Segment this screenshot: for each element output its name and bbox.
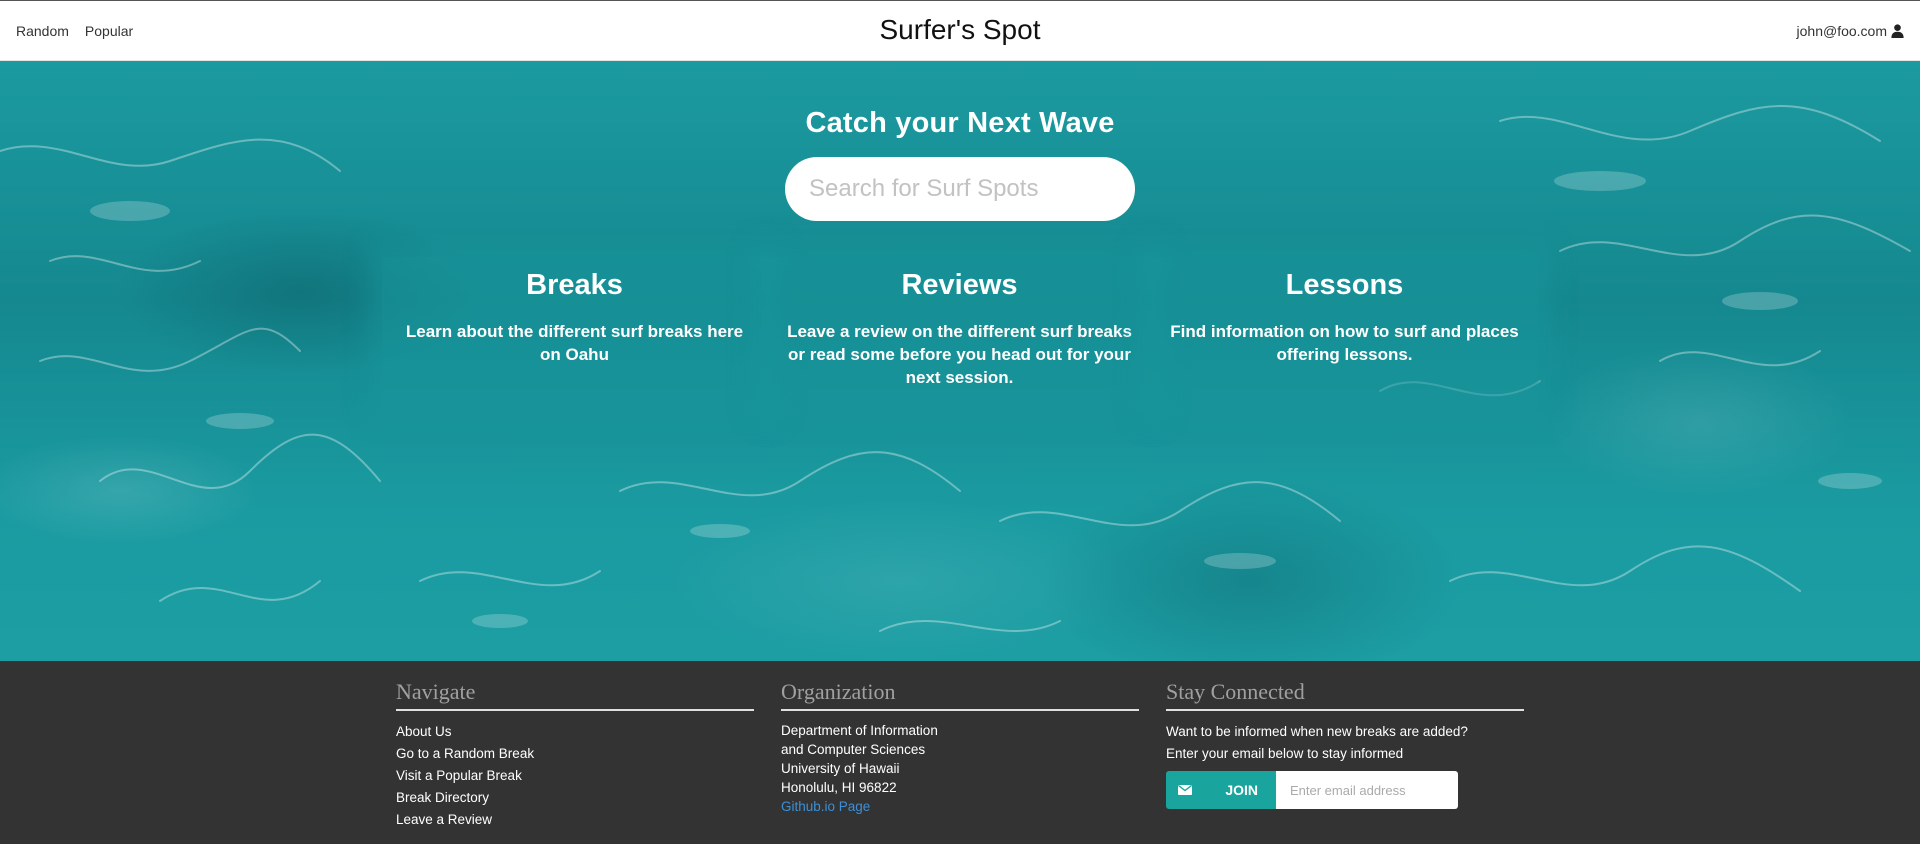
org-line: Honolulu, HI 96822 (781, 780, 897, 795)
feature-card-reviews: Reviews Leave a review on the different … (767, 257, 1152, 407)
github-link[interactable]: Github.io Page (781, 799, 870, 814)
envelope-icon (1178, 784, 1192, 795)
hero-title: Catch your Next Wave (805, 107, 1115, 139)
footer-link-review[interactable]: Leave a Review (396, 809, 754, 831)
footer-nav-links: About Us Go to a Random Break Visit a Po… (396, 721, 754, 831)
feature-text: Find information on how to surf and plac… (1170, 322, 1519, 364)
nav-link-popular[interactable]: Popular (85, 23, 133, 39)
user-menu[interactable]: john@foo.com (1797, 23, 1904, 39)
feature-card-lessons: Lessons Find information on how to surf … (1152, 257, 1537, 407)
footer-stay-connected: Stay Connected Want to be informed when … (1166, 679, 1524, 809)
footer-link-about[interactable]: About Us (396, 721, 754, 743)
top-navbar: Random Popular Surfer's Spot john@foo.co… (0, 0, 1920, 61)
footer-heading: Navigate (396, 679, 754, 711)
footer-navigate: Navigate About Us Go to a Random Break V… (396, 679, 754, 831)
search-bar (785, 157, 1135, 221)
stay-line: Enter your email below to stay informed (1166, 746, 1404, 761)
nav-links: Random Popular (16, 23, 133, 39)
feature-text: Learn about the different surf breaks he… (405, 322, 744, 364)
feature-text: Leave a review on the different surf bre… (787, 322, 1132, 387)
join-button[interactable]: JOIN (1166, 771, 1276, 809)
footer-link-random-break[interactable]: Go to a Random Break (396, 743, 754, 765)
brand-title[interactable]: Surfer's Spot (880, 14, 1041, 45)
feature-title: Lessons (1285, 269, 1404, 301)
user-email: john@foo.com (1796, 23, 1887, 39)
join-label: JOIN (1225, 782, 1258, 798)
feature-card-breaks: Breaks Learn about the different surf br… (382, 257, 767, 407)
user-icon (1891, 24, 1904, 38)
nav-link-random[interactable]: Random (16, 23, 69, 39)
org-line: and Computer Sciences (781, 742, 926, 757)
search-input[interactable] (809, 175, 1119, 203)
stay-text: Want to be informed when new breaks are … (1166, 721, 1524, 765)
newsletter-form: JOIN (1166, 771, 1524, 809)
feature-title: Reviews (901, 269, 1018, 301)
org-line: Department of Information (781, 723, 938, 738)
brand-wrapper: Surfer's Spot (0, 14, 1920, 46)
org-line: University of Hawaii (781, 761, 900, 776)
footer-organization: Organization Department of Information a… (781, 679, 1139, 816)
hero-section: Catch your Next Wave Breaks Learn about … (0, 61, 1920, 661)
footer-link-popular-break[interactable]: Visit a Popular Break (396, 765, 754, 787)
footer-heading: Stay Connected (1166, 679, 1524, 711)
feature-title: Breaks (526, 269, 623, 301)
email-field[interactable] (1276, 771, 1458, 809)
stay-line: Want to be informed when new breaks are … (1166, 724, 1468, 739)
footer: Navigate About Us Go to a Random Break V… (0, 661, 1920, 844)
footer-link-directory[interactable]: Break Directory (396, 787, 754, 809)
org-address: Department of Information and Computer S… (781, 721, 1139, 816)
footer-heading: Organization (781, 679, 1139, 711)
